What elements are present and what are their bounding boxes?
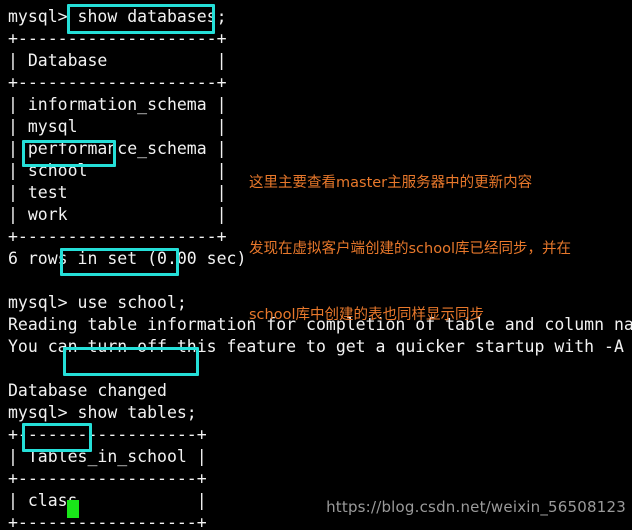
- terminal-line-show-databases: mysql> show databases;: [8, 7, 227, 26]
- annotation-line-3: school库中创建的表也同样显示同步: [249, 307, 484, 323]
- terminal-line-tables-header: | Tables_in_school |: [8, 447, 207, 466]
- annotation-line-2: 发现在虚拟客户端创建的school库已经同步，并在: [249, 241, 571, 257]
- watermark-url: https://blog.csdn.net/weixin_56508123: [326, 498, 626, 516]
- terminal-line-db-header: | Database |: [8, 51, 227, 70]
- annotation-line-1: 这里主要查看master主服务器中的更新内容: [249, 175, 533, 191]
- terminal-screenshot: mysql> show databases; +----------------…: [0, 0, 632, 530]
- terminal-line-rule: +--------------------+: [8, 29, 227, 48]
- terminal-line-show-tables: mysql> show tables;: [8, 403, 197, 422]
- terminal-line-rule: +--------------------+: [8, 73, 227, 92]
- terminal-line-rule: +------------------+: [8, 425, 207, 444]
- terminal-line-database-changed: Database changed: [8, 381, 167, 400]
- annotation-note: 这里主要查看master主服务器中的更新内容 发现在虚拟客户端创建的school…: [249, 128, 629, 370]
- terminal-line-db-information-schema: | information_schema |: [8, 95, 227, 114]
- terminal-line-rule: +------------------+: [8, 469, 207, 488]
- terminal-cursor: [67, 500, 79, 518]
